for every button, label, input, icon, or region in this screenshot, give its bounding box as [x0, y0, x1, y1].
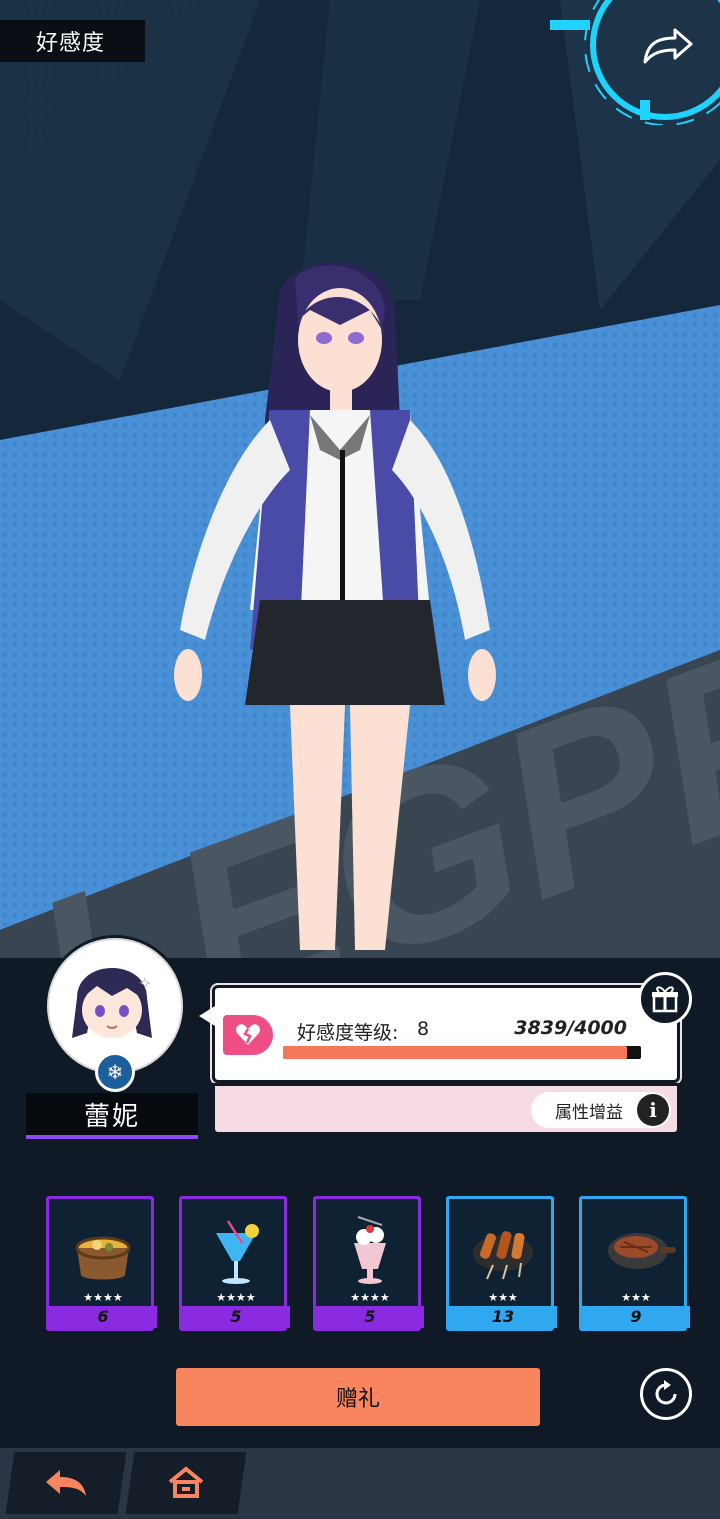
- character-name: 蕾妮: [26, 1093, 198, 1139]
- affection-level-label: 好感度等级:: [297, 1022, 399, 1044]
- home-icon: [168, 1466, 204, 1498]
- gift-rarity-stars: ★★★★: [350, 1291, 390, 1304]
- page-title: 好感度: [0, 20, 145, 62]
- home-button[interactable]: [125, 1452, 247, 1514]
- attribute-bonus-bar: 属性增益 i: [212, 1083, 680, 1135]
- refresh-icon[interactable]: [640, 1368, 692, 1420]
- affection-progress-fill: [283, 1046, 627, 1059]
- affection-progress-bar: [283, 1046, 641, 1059]
- gift-item-skewers[interactable]: ★★★ 13: [446, 1196, 557, 1331]
- give-gift-button[interactable]: 赠礼: [176, 1368, 540, 1426]
- character-model: [174, 262, 496, 950]
- affection-exp-text: 3839/4000: [514, 1017, 627, 1039]
- gift-count: 6: [49, 1306, 157, 1328]
- gift-count: 13: [449, 1306, 557, 1328]
- gift-item-parfait[interactable]: ★★★★ 5: [313, 1196, 424, 1331]
- snowflake-icon: ❄: [95, 1052, 135, 1092]
- attribute-bonus-label: 属性增益: [555, 1102, 623, 1123]
- gift-item-cocktail[interactable]: ★★★★ 5: [179, 1196, 290, 1331]
- share-arrow-icon: [643, 28, 693, 64]
- gift-count: 9: [582, 1306, 690, 1328]
- gift-rarity-stars: ★★★: [621, 1291, 651, 1304]
- avatar-portrait: ✦: [72, 968, 152, 1038]
- gift-rarity-stars: ★★★★: [83, 1291, 123, 1304]
- gift-box-icon[interactable]: [638, 972, 692, 1026]
- affection-level-value: 8: [417, 1018, 430, 1040]
- info-icon: i: [637, 1094, 669, 1126]
- broken-heart-icon: [223, 1015, 273, 1055]
- share-button[interactable]: [545, 0, 720, 125]
- gift-count: 5: [182, 1306, 290, 1328]
- svg-text:✦: ✦: [139, 976, 151, 992]
- gift-item-steak[interactable]: ★★★ 9: [579, 1196, 690, 1331]
- gift-count: 5: [316, 1306, 424, 1328]
- gift-rarity-stars: ★★★: [488, 1291, 518, 1304]
- gift-rarity-stars: ★★★★: [216, 1291, 256, 1304]
- gift-item-soup[interactable]: ★★★★ 6: [46, 1196, 157, 1331]
- attribute-bonus-button[interactable]: 属性增益 i: [531, 1092, 671, 1128]
- character-scene: LEGPRO 好感度: [0, 0, 720, 960]
- back-button[interactable]: [5, 1452, 127, 1514]
- back-arrow-icon: [46, 1470, 86, 1496]
- affection-card: 好感度等级: 8 3839/4000: [199, 985, 680, 1083]
